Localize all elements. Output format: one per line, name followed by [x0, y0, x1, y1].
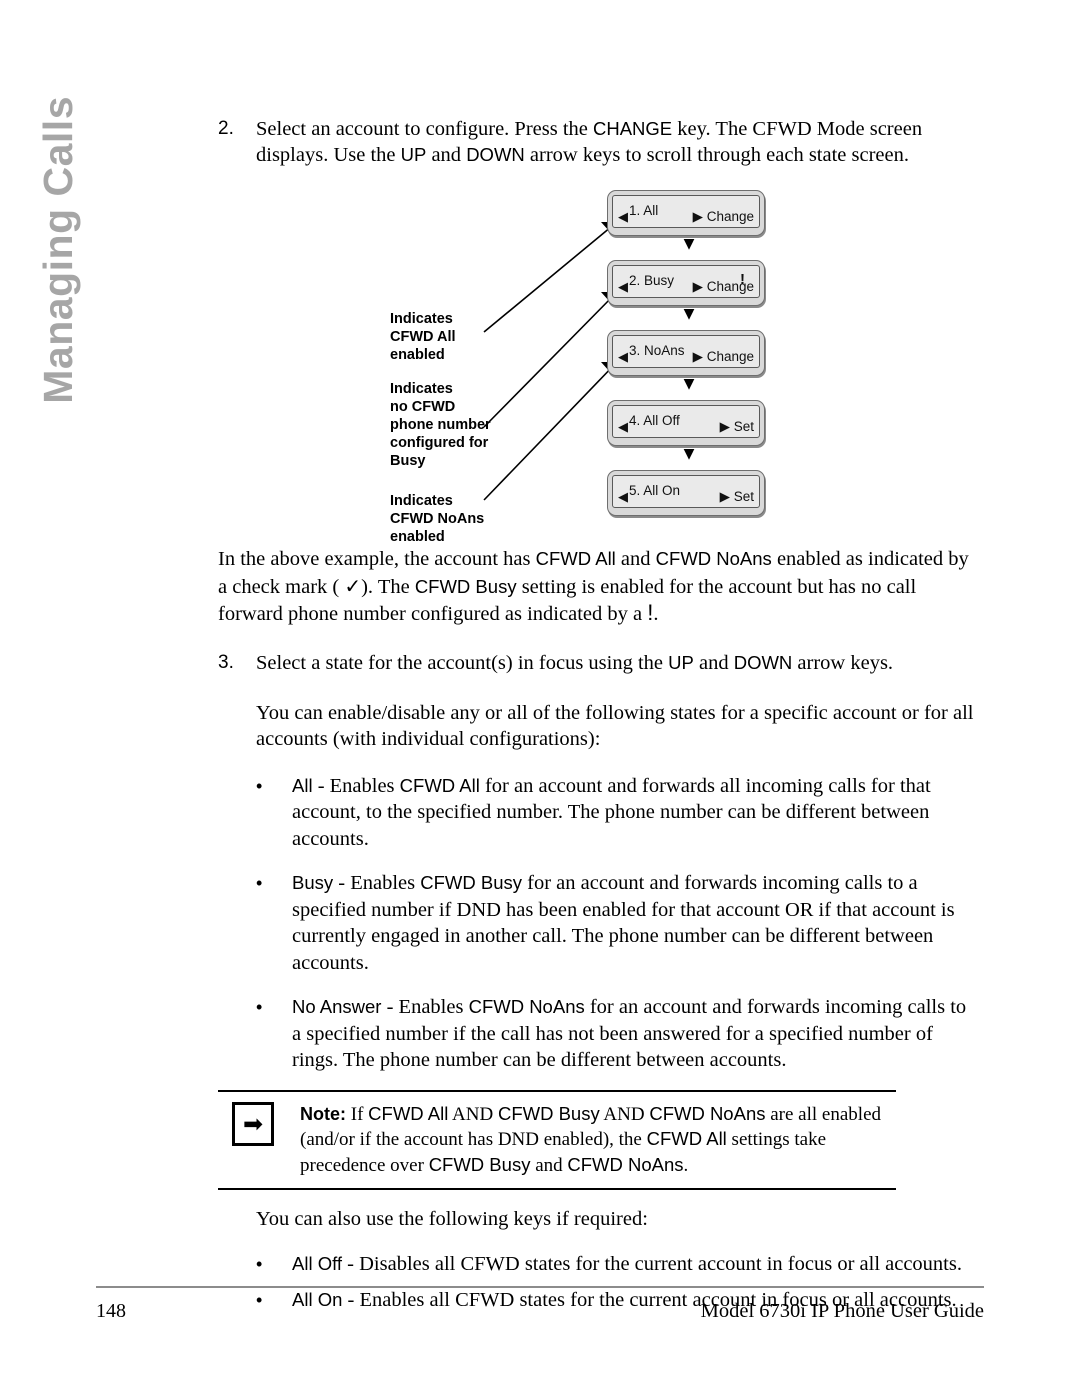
guide-title: Model 6730i IP Phone User Guide	[700, 1300, 984, 1322]
flow-arrow-down-icon: ▼	[683, 376, 695, 392]
phone-screen-label: 1. All	[629, 203, 659, 218]
callout-cfwd-noans-enabled: Indicates CFWD NoAns enabled	[390, 493, 485, 545]
softkey-left-icon[interactable]: ◀	[618, 349, 628, 365]
flow-arrow-down-icon: ▼	[683, 306, 695, 322]
phone-screen-label: 3. NoAns	[629, 343, 685, 358]
callout-leader-lines	[483, 200, 709, 501]
list-item: • All Off - Disables all CFWD states for…	[256, 1251, 980, 1278]
chapter-side-tab: Managing Calls	[18, 96, 98, 456]
callout-no-cfwd-number-busy: Indicates no CFWD phone number configure…	[390, 381, 491, 469]
phone-screen-label: 5. All On	[629, 483, 681, 498]
cfwd-mode-state-diagram: Indicates CFWD All enabled Indicates no …	[218, 182, 980, 545]
step-2-number: 2.	[218, 118, 234, 139]
arrow-right-icon: ➡	[232, 1101, 274, 1146]
note-body: If CFWD All AND CFWD Busy AND CFWD NoAns…	[300, 1102, 881, 1176]
step-2: 2. Select an account to configure. Press…	[218, 116, 980, 168]
document-page: Managing Calls 2. Select an account to c…	[0, 0, 1080, 1397]
phone-screen-inner: 1. All ◀ ▶ Change	[612, 195, 760, 228]
softkey-right-change[interactable]: ▶ Change	[693, 209, 754, 225]
phone-screen-label: 4. All Off	[629, 413, 680, 428]
page-content: 2. Select an account to configure. Press…	[218, 116, 980, 1314]
bullet-marker: •	[256, 997, 263, 1017]
softkey-left-icon[interactable]: ◀	[618, 489, 628, 505]
step-3-number: 3.	[218, 651, 234, 673]
note-text: Note: If CFWD All AND CFWD Busy AND CFWD…	[300, 1102, 896, 1179]
phone-screen-all: 1. All ◀ ▶ Change	[607, 190, 765, 236]
phone-screen-inner: 3. NoAns ◀ ▶ Change	[612, 335, 760, 368]
example-paragraph: In the above example, the account has CF…	[218, 548, 969, 625]
bullet-marker: •	[256, 1253, 263, 1274]
bullet-text-no-answer: No Answer - Enables CFWD NoAns for an ac…	[292, 996, 967, 1071]
list-item: • All - Enables CFWD All for an account …	[256, 773, 980, 853]
softkey-left-icon[interactable]: ◀	[618, 419, 628, 435]
softkey-right-set[interactable]: ▶ Set	[720, 489, 754, 505]
softkey-right-set[interactable]: ▶ Set	[720, 419, 754, 435]
chapter-side-tab-label: Managing Calls	[34, 96, 81, 404]
list-item: • No Answer - Enables CFWD NoAns for an …	[256, 994, 980, 1074]
softkey-right-change[interactable]: ▶ Change	[693, 349, 754, 365]
phone-screen-inner: 5. All On ◀ ▶ Set	[612, 475, 760, 508]
keys-intro-paragraph: You can also use the following keys if r…	[256, 1208, 648, 1230]
bullet-marker: •	[256, 775, 263, 796]
phone-screen-noans: 3. NoAns ◀ ▶ Change	[607, 330, 765, 376]
page-number: 148	[96, 1300, 126, 1322]
bullet-marker: •	[256, 873, 263, 893]
note-row: ➡ Note: If CFWD All AND CFWD Busy AND CF…	[218, 1101, 896, 1179]
bullet-text-all: All - Enables CFWD All for an account an…	[292, 774, 931, 850]
phone-screen-all-off: 4. All Off ◀ ▶ Set	[607, 400, 765, 446]
note-label: Note:	[300, 1103, 346, 1124]
phone-screen-inner: 2. Busy ! ◀ ▶ Change	[612, 265, 760, 298]
bullet-text-busy: Busy - Enables CFWD Busy for an account …	[292, 872, 955, 974]
softkey-left-icon[interactable]: ◀	[618, 209, 628, 225]
flow-arrow-down-icon: ▼	[683, 446, 695, 462]
softkey-left-icon[interactable]: ◀	[618, 279, 628, 295]
flow-arrow-down-icon: ▼	[683, 236, 695, 252]
step-3: 3. Select a state for the account(s) in …	[218, 650, 980, 676]
page-footer: 148 Model 6730i IP Phone User Guide	[96, 1286, 984, 1323]
step-3-text: Select a state for the account(s) in foc…	[256, 651, 894, 674]
step-2-text: Select an account to configure. Press th…	[256, 118, 923, 166]
phone-screen-busy: 2. Busy ! ◀ ▶ Change	[607, 260, 765, 306]
phone-screen-all-on: 5. All On ◀ ▶ Set	[607, 470, 765, 516]
states-intro-paragraph: You can enable/disable any or all of the…	[256, 701, 974, 751]
phone-screen-inner: 4. All Off ◀ ▶ Set	[612, 405, 760, 438]
callout-cfwd-all-enabled: Indicates CFWD All enabled	[390, 311, 456, 363]
bullet-text-all-off: All Off - Disables all CFWD states for t…	[292, 1252, 962, 1275]
note-box: ➡ Note: If CFWD All AND CFWD Busy AND CF…	[218, 1089, 896, 1190]
phone-screen-label: 2. Busy	[629, 273, 675, 288]
list-item: • Busy - Enables CFWD Busy for an accoun…	[256, 870, 980, 976]
softkey-right-change[interactable]: ▶ Change	[693, 279, 754, 295]
